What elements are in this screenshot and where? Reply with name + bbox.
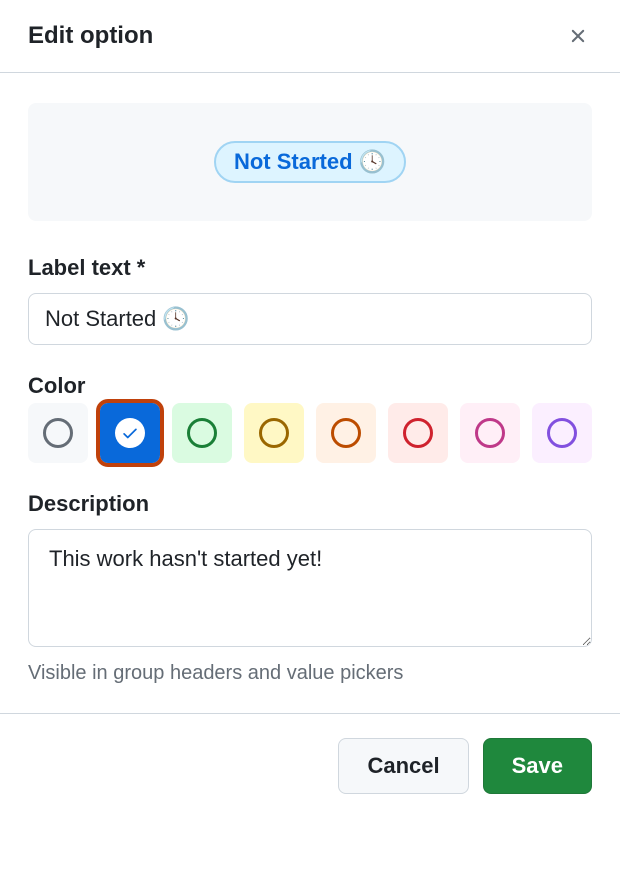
- dialog-content: Not Started 🕓 Label text * Color: [0, 73, 620, 713]
- color-option-yellow[interactable]: [244, 403, 304, 463]
- preview-area: Not Started 🕓: [28, 103, 592, 221]
- cancel-button[interactable]: Cancel: [338, 738, 468, 794]
- color-option-orange[interactable]: [316, 403, 376, 463]
- color-section: Color: [28, 373, 592, 463]
- circle-icon: [331, 418, 361, 448]
- label-text-input[interactable]: [28, 293, 592, 345]
- color-option-blue[interactable]: [100, 403, 160, 463]
- color-options: [28, 403, 592, 463]
- label-text-label: Label text *: [28, 255, 592, 281]
- close-button[interactable]: [564, 22, 592, 50]
- circle-icon: [475, 418, 505, 448]
- dialog-header: Edit option: [0, 0, 620, 73]
- color-option-red[interactable]: [388, 403, 448, 463]
- circle-icon: [259, 418, 289, 448]
- dialog-footer: Cancel Save: [0, 713, 620, 818]
- save-button[interactable]: Save: [483, 738, 592, 794]
- color-option-gray[interactable]: [28, 403, 88, 463]
- dialog-title: Edit option: [28, 22, 153, 50]
- color-option-green[interactable]: [172, 403, 232, 463]
- label-text-section: Label text *: [28, 255, 592, 345]
- circle-icon: [187, 418, 217, 448]
- color-option-purple[interactable]: [532, 403, 592, 463]
- check-icon: [115, 418, 145, 448]
- circle-icon: [403, 418, 433, 448]
- circle-icon: [43, 418, 73, 448]
- close-icon: [567, 25, 589, 47]
- description-section: Description Visible in group headers and…: [28, 491, 592, 685]
- circle-icon: [547, 418, 577, 448]
- color-option-pink[interactable]: [460, 403, 520, 463]
- description-input[interactable]: [28, 529, 592, 647]
- preview-pill: Not Started 🕓: [214, 141, 406, 183]
- color-label: Color: [28, 373, 592, 399]
- preview-pill-text: Not Started 🕓: [234, 149, 386, 175]
- description-label: Description: [28, 491, 592, 517]
- description-helper: Visible in group headers and value picke…: [28, 662, 592, 685]
